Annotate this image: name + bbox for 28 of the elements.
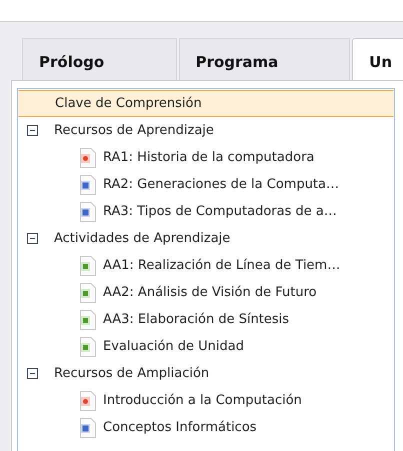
document-file-icon <box>79 418 97 438</box>
tree-item[interactable]: AA2: Análisis de Visión de Futuro <box>18 279 394 306</box>
tree-item[interactable]: AA1: Realización de Línea de Tiem… <box>18 252 394 279</box>
collapse-icon[interactable] <box>27 233 38 244</box>
tree-item[interactable]: AA3: Elaboración de Síntesis <box>18 306 394 333</box>
tree-group-item[interactable]: Actividades de Aprendizaje <box>18 225 394 252</box>
tree-item[interactable]: Introducción a la Computación <box>18 387 394 414</box>
tree-item[interactable]: Clave de Comprensión <box>18 90 394 117</box>
document-file-icon <box>79 174 97 194</box>
collapse-icon[interactable] <box>27 125 38 136</box>
picture-file-icon <box>79 256 97 276</box>
tree-item[interactable]: RA3: Tipos de Computadoras de a… <box>18 198 394 225</box>
collapse-icon[interactable] <box>27 368 38 379</box>
tree-item[interactable]: Conceptos Informáticos <box>18 414 394 441</box>
slide-file-icon <box>79 390 97 410</box>
tree-group-item[interactable]: Recursos de Aprendizaje <box>18 117 394 144</box>
tab[interactable]: Programa <box>178 38 350 80</box>
tree-group-item[interactable]: Recursos de Ampliación <box>18 360 394 387</box>
picture-file-icon <box>79 310 97 330</box>
document-file-icon <box>79 202 97 222</box>
tab[interactable]: Prólogo <box>22 38 177 80</box>
tree-item[interactable]: RA2: Generaciones de la Computa… <box>18 171 394 198</box>
picture-file-icon <box>79 282 97 302</box>
picture-file-icon <box>79 336 97 356</box>
tab[interactable]: Un <box>352 38 403 80</box>
tree-item[interactable]: RA1: Historia de la computadora <box>18 144 394 171</box>
tree-item[interactable]: Evaluación de Unidad <box>18 333 394 360</box>
slide-file-icon <box>79 148 97 168</box>
